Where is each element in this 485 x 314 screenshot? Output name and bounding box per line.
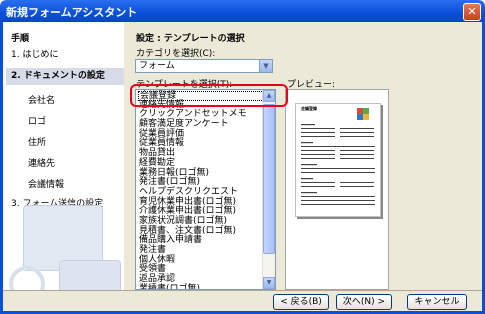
step-introduction[interactable]: 1. はじめに: [11, 47, 58, 60]
preview-document: [295, 103, 381, 217]
substep-contact[interactable]: 連絡先: [28, 156, 55, 169]
substep-address[interactable]: 住所: [28, 135, 46, 148]
next-button[interactable]: 次へ(N) >: [336, 294, 392, 310]
preview-doc-title: 会議登録: [301, 106, 317, 111]
window-title: 新規フォームアシスタント: [6, 6, 138, 19]
step-document-settings[interactable]: 2. ドキュメントの設定: [6, 68, 124, 85]
category-label: カテゴリを選択(C):: [136, 49, 216, 59]
scroll-down-icon[interactable]: ▼: [263, 277, 275, 289]
title-bar: 新規フォームアシスタント ✕: [0, 0, 485, 22]
settings-pane: 設定 : テンプレートの選択 カテゴリを選択(C): フォーム ▼ テンプレート…: [124, 22, 482, 290]
scroll-thumb[interactable]: [263, 104, 275, 254]
chevron-down-icon[interactable]: ▼: [259, 60, 272, 72]
category-value: フォーム: [139, 61, 175, 71]
substep-logo[interactable]: ロゴ: [28, 114, 46, 127]
steps-pane: 手順 1. はじめに 2. ドキュメントの設定 会社名 ロゴ 住所 連絡先 会議…: [3, 22, 124, 290]
settings-heading: 設定 : テンプレートの選択: [136, 34, 245, 44]
category-select[interactable]: フォーム ▼: [135, 59, 273, 73]
close-button[interactable]: ✕: [463, 3, 481, 21]
wizard-window: 新規フォームアシスタント ✕ 手順 1. はじめに 2. ドキュメントの設定 会…: [0, 0, 485, 314]
watermark-graphic-2: [59, 260, 121, 290]
template-items: 会議登録 連絡先情報 クリックアンドセットメモ 顧客満足度アンケート 従業員評価 従業員情…: [138, 91, 264, 289]
cancel-button[interactable]: キャンセル: [407, 294, 467, 310]
steps-heading: 手順: [11, 34, 30, 44]
selection-highlight: [130, 84, 288, 107]
substep-company-name[interactable]: 会社名: [28, 93, 55, 106]
template-scrollbar[interactable]: ▲ ▼: [262, 90, 275, 289]
button-bar: < 戻る(B) 次へ(N) > キャンセル: [3, 290, 482, 312]
substep-meeting-info[interactable]: 会議情報: [28, 177, 64, 190]
template-list[interactable]: 会議登録 連絡先情報 クリックアンドセットメモ 顧客満足度アンケート 従業員評価 従業員情…: [135, 89, 276, 290]
preview-panel: 会議登録: [285, 89, 389, 290]
back-button[interactable]: < 戻る(B): [273, 294, 329, 310]
